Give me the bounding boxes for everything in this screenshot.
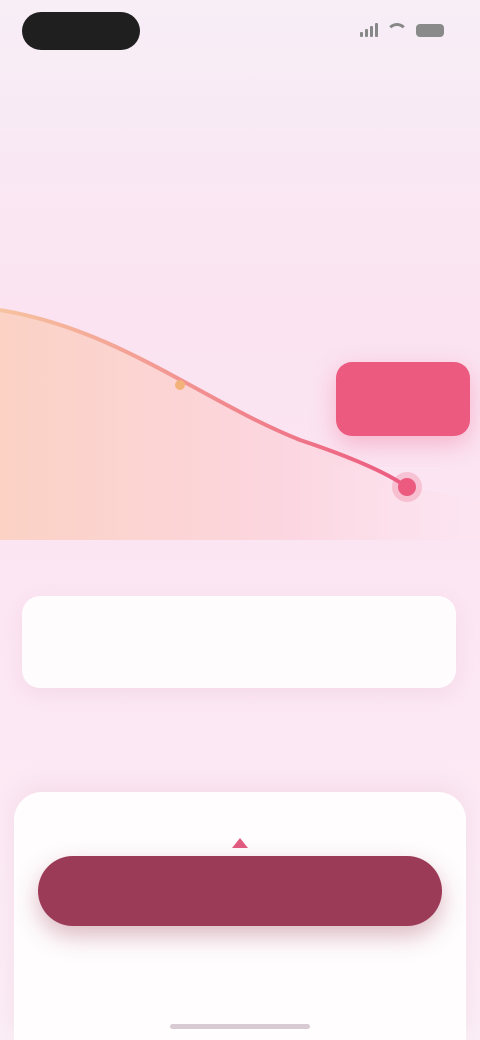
continue-button[interactable] <box>38 856 442 926</box>
status-bar-time-pill <box>22 12 140 50</box>
home-indicator[interactable] <box>170 1024 310 1029</box>
signal-icon <box>360 23 378 37</box>
status-bar-icons <box>360 20 444 40</box>
goal-point <box>398 478 416 496</box>
goal-badge <box>336 362 470 436</box>
caret-up-icon <box>232 838 248 848</box>
chart-mid-point <box>175 380 185 390</box>
page-title <box>20 106 460 150</box>
battery-icon <box>416 23 444 37</box>
chart-x-axis <box>30 538 450 558</box>
wifi-icon <box>386 22 408 38</box>
info-card <box>22 596 456 688</box>
